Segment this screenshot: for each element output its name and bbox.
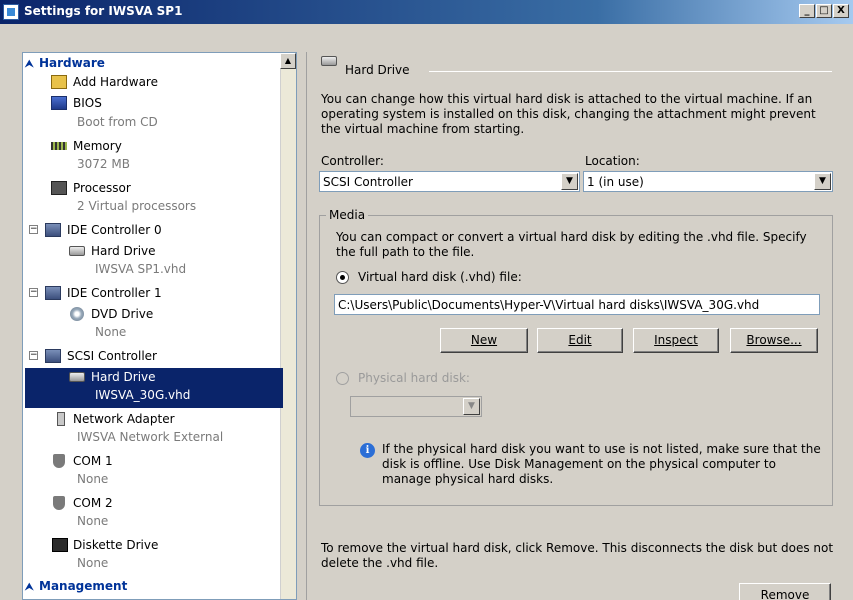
tree-item-dvd-drive[interactable]: DVD Drive bbox=[23, 305, 281, 325]
window-title: Settings for IWSVA SP1 bbox=[24, 4, 183, 18]
dvd-drive-icon bbox=[70, 307, 84, 321]
controller-label: Controller: bbox=[321, 154, 384, 168]
ide-controller-icon bbox=[45, 223, 61, 237]
close-button[interactable]: X bbox=[833, 4, 849, 18]
tree-item-sub: IWSVA_30G.vhd bbox=[95, 388, 191, 402]
tree-item-sub: 2 Virtual processors bbox=[77, 199, 197, 213]
inspect-button[interactable]: Inspect bbox=[633, 328, 719, 353]
management-section-header[interactable]: ⮝ Management bbox=[25, 579, 127, 595]
settings-tree: ▲ ⮝ Hardware Add Hardware BIOS Boot from … bbox=[22, 52, 297, 600]
section-divider bbox=[429, 71, 832, 72]
hardware-section-header[interactable]: ⮝ Hardware bbox=[25, 56, 105, 72]
tree-scrollbar[interactable]: ▲ bbox=[280, 53, 296, 599]
bios-icon bbox=[51, 96, 67, 110]
window-body: ▲ ⮝ Hardware Add Hardware BIOS Boot from … bbox=[0, 24, 853, 600]
tree-item-ide-controller-0[interactable]: IDE Controller 0 bbox=[23, 221, 281, 241]
virtual-disk-label[interactable]: Virtual hard disk (.vhd) file: bbox=[358, 270, 522, 285]
tree-item-com-2[interactable]: COM 2 bbox=[23, 494, 281, 514]
tree-item-diskette-drive[interactable]: Diskette Drive bbox=[23, 536, 281, 556]
tree-item-scsi-controller[interactable]: SCSI Controller bbox=[23, 347, 281, 367]
scsi-controller-icon bbox=[45, 349, 61, 363]
new-button[interactable]: New bbox=[440, 328, 528, 353]
tree-item-sub: IWSVA Network External bbox=[77, 430, 224, 444]
tree-item-sub: Boot from CD bbox=[77, 115, 158, 129]
settings-app-icon bbox=[3, 4, 19, 20]
tree-item-sub: None bbox=[77, 514, 109, 528]
location-label: Location: bbox=[585, 154, 640, 168]
physical-disk-info: If the physical hard disk you want to us… bbox=[382, 442, 821, 486]
tree-item-sub: 3072 MB bbox=[77, 157, 130, 171]
ide-controller-icon bbox=[45, 286, 61, 300]
processor-icon bbox=[51, 181, 67, 195]
minimize-button[interactable]: _ bbox=[799, 4, 815, 18]
tree-item-bios[interactable]: BIOS bbox=[23, 94, 281, 114]
scroll-up-button[interactable]: ▲ bbox=[280, 53, 296, 69]
tree-item-hard-drive-selected[interactable]: Hard Drive bbox=[23, 368, 281, 388]
tree-item-ide-controller-1[interactable]: IDE Controller 1 bbox=[23, 284, 281, 304]
location-select[interactable]: 1 (in use) ▼ bbox=[583, 171, 833, 192]
tree-item-sub: None bbox=[77, 472, 109, 486]
media-title: Media bbox=[326, 208, 369, 222]
dropdown-arrow-icon[interactable]: ▼ bbox=[814, 173, 831, 190]
collapse-chevron-icon[interactable]: ⮝ bbox=[25, 582, 39, 593]
section-description: You can change how this virtual hard dis… bbox=[321, 92, 816, 136]
tree-item-processor[interactable]: Processor bbox=[23, 179, 281, 199]
section-title: Hard Drive bbox=[345, 63, 410, 77]
collapse-chevron-icon[interactable]: ⮝ bbox=[25, 59, 39, 70]
tree-item-sub: None bbox=[95, 325, 127, 339]
remove-button[interactable]: Remove bbox=[739, 583, 831, 600]
physical-disk-radio[interactable] bbox=[336, 372, 349, 385]
physical-disk-label[interactable]: Physical hard disk: bbox=[358, 371, 470, 386]
title-bar: Settings for IWSVA SP1 _ □ X bbox=[0, 0, 853, 24]
tree-item-sub: IWSVA SP1.vhd bbox=[95, 262, 187, 276]
network-adapter-icon bbox=[57, 412, 65, 426]
hard-drive-icon bbox=[69, 246, 85, 256]
hard-drive-icon bbox=[321, 56, 337, 66]
controller-select[interactable]: SCSI Controller ▼ bbox=[319, 171, 580, 192]
dropdown-arrow-icon[interactable]: ▼ bbox=[463, 398, 480, 415]
tree-item-memory[interactable]: Memory bbox=[23, 137, 281, 157]
media-groupbox: Media You can compact or convert a virtu… bbox=[319, 208, 833, 506]
hard-drive-icon bbox=[69, 372, 85, 382]
settings-detail-panel: Hard Drive You can change how this virtu… bbox=[306, 52, 853, 600]
com-port-icon bbox=[53, 496, 65, 510]
info-icon: i bbox=[360, 443, 375, 458]
remove-note: To remove the virtual hard disk, click R… bbox=[321, 541, 834, 570]
tree-item-add-hardware[interactable]: Add Hardware bbox=[23, 73, 281, 93]
tree-item-network-adapter[interactable]: Network Adapter bbox=[23, 410, 281, 430]
tree-item-com-1[interactable]: COM 1 bbox=[23, 452, 281, 472]
physical-disk-select[interactable]: ▼ bbox=[350, 396, 482, 417]
dropdown-arrow-icon[interactable]: ▼ bbox=[561, 173, 578, 190]
memory-icon bbox=[51, 142, 67, 150]
browse-button[interactable]: Browse... bbox=[730, 328, 818, 353]
edit-button[interactable]: Edit bbox=[537, 328, 623, 353]
virtual-disk-radio[interactable] bbox=[336, 271, 349, 284]
com-port-icon bbox=[53, 454, 65, 468]
tree-item-hard-drive[interactable]: Hard Drive bbox=[23, 242, 281, 262]
maximize-button[interactable]: □ bbox=[816, 4, 832, 18]
add-hardware-icon bbox=[51, 75, 67, 89]
diskette-drive-icon bbox=[52, 538, 68, 552]
vhd-path-input[interactable]: C:\Users\Public\Documents\Hyper-V\Virtua… bbox=[334, 294, 820, 315]
media-description: You can compact or convert a virtual har… bbox=[336, 230, 807, 259]
tree-item-sub: None bbox=[77, 556, 109, 570]
